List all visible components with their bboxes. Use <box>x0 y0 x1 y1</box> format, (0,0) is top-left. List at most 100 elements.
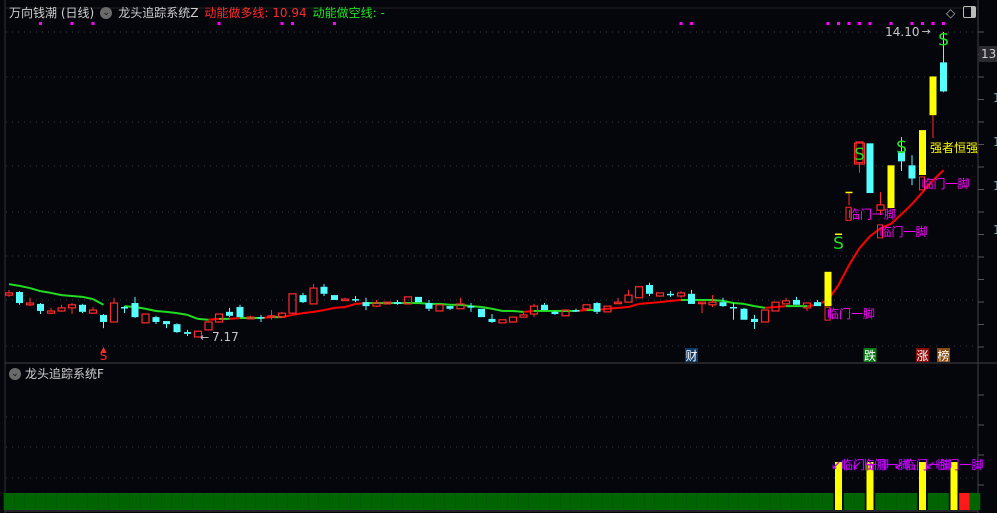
candle <box>415 296 422 303</box>
sub-bar-green <box>192 493 204 510</box>
candle <box>824 271 832 307</box>
ma-segment <box>82 295 94 301</box>
candle <box>331 295 338 300</box>
sub-bar-green <box>969 493 981 510</box>
candle-body <box>131 303 139 318</box>
sub-bar-green <box>203 493 214 510</box>
short-line-value: - <box>380 6 385 20</box>
candle-body <box>508 316 518 323</box>
stock-chart[interactable]: 13.1111 ↙临门一脚↙临门一脚↙临门一脚↙临门一脚 临门一脚临门一脚临门一… <box>0 0 997 513</box>
ma-segment <box>334 306 346 309</box>
sub-bar-green <box>276 493 288 510</box>
ma-segment <box>40 290 52 294</box>
candle-body <box>425 303 433 309</box>
sub-bar-green <box>654 493 666 510</box>
top-marker <box>847 22 851 25</box>
candle-body <box>582 304 591 310</box>
sub-bar-green <box>150 493 162 510</box>
sub-bar-green <box>497 493 508 510</box>
top-marker <box>39 22 42 25</box>
candle-body <box>372 302 381 307</box>
candle <box>204 321 213 331</box>
candle <box>152 315 160 325</box>
arrow-icon: → <box>922 25 931 38</box>
diamond-icon[interactable]: ◇ <box>946 6 955 20</box>
candle <box>793 296 800 305</box>
sub-bar-green <box>906 493 918 510</box>
stock-title[interactable]: 万向钱潮 (日线) <box>9 4 94 21</box>
panel-toggle-icon[interactable] <box>963 6 977 18</box>
chevron-down-icon[interactable]: ⌄ <box>9 367 21 380</box>
candle-body <box>467 306 475 308</box>
candle-body <box>141 313 150 324</box>
candle-body <box>121 307 128 309</box>
ma-segment <box>512 309 524 313</box>
sub-bar-green <box>329 493 340 510</box>
long-line-label-text: 动能做多线: <box>204 6 269 20</box>
short-line-label: 动能做空线: - <box>313 4 385 21</box>
indicator-name[interactable]: 龙头追踪系统Z <box>118 4 198 21</box>
sub-bar-green <box>801 493 813 510</box>
sub-bar-green <box>371 493 382 510</box>
sub-panel-header: ⌄ 龙头追踪系统F <box>9 365 104 382</box>
ma-segment <box>858 235 871 249</box>
ma-segment <box>764 306 776 309</box>
sub-bar-green <box>675 493 687 510</box>
ma-segment <box>743 302 755 308</box>
ma-segment <box>837 264 850 286</box>
candle-body <box>781 300 791 305</box>
candle-body <box>814 302 821 307</box>
short-line-label-text: 动能做空线: <box>312 6 377 20</box>
axis-label: 1 <box>993 179 997 193</box>
top-marker <box>931 22 935 25</box>
signal-label: 临门一脚 <box>848 206 896 221</box>
candle-body <box>793 299 800 305</box>
sub-bar-green <box>633 493 645 510</box>
candle-body <box>655 292 665 297</box>
candle <box>394 299 401 305</box>
sub-bar-green <box>434 493 445 510</box>
sub-indicator: ↙临门一脚↙临门一脚↙临门一脚↙临门一脚 <box>3 457 984 510</box>
sub-bar-green <box>87 493 99 510</box>
candle-body <box>498 319 507 324</box>
sub-bar-green <box>360 493 372 510</box>
candle <box>697 301 707 314</box>
chevron-down-icon[interactable]: ⌄ <box>100 6 113 19</box>
candle-body <box>288 293 297 314</box>
ma-segment <box>617 306 629 309</box>
ma-segment <box>61 294 73 297</box>
top-marker <box>280 22 284 25</box>
sub-bar-green <box>507 493 519 510</box>
candle <box>352 296 359 303</box>
sub-indicator-name[interactable]: 龙头追踪系统F <box>25 365 104 382</box>
sub-bar-green <box>318 493 330 510</box>
sub-bar-green <box>644 493 655 510</box>
candle <box>467 303 475 312</box>
ma-segment <box>344 302 356 308</box>
buy-signal-s: S <box>896 138 907 158</box>
ma-segment <box>208 317 220 321</box>
candle-body <box>824 271 832 307</box>
candle <box>613 297 623 305</box>
candle-body <box>845 191 853 194</box>
candle <box>908 155 916 186</box>
sub-bar-green <box>581 493 592 510</box>
sub-bar-green <box>570 493 582 510</box>
ma-segment <box>323 306 335 312</box>
sub-bar-green <box>749 493 760 510</box>
buy-signal-s: S <box>833 234 844 254</box>
candle-body <box>908 165 916 179</box>
candle <box>498 319 507 324</box>
candle <box>163 321 170 329</box>
sub-bar-green <box>759 493 771 510</box>
candle-body <box>109 302 119 323</box>
signal-label: 临门一脚 <box>922 176 970 191</box>
candle-body <box>88 309 98 314</box>
sub-bar-green <box>707 493 718 510</box>
candle-body <box>940 62 947 92</box>
sub-bar-green <box>612 493 624 510</box>
ma-segment <box>775 305 787 308</box>
sub-signal-label: ↙临门一脚 <box>926 457 984 472</box>
candle-body <box>866 143 874 194</box>
candle <box>121 306 128 314</box>
